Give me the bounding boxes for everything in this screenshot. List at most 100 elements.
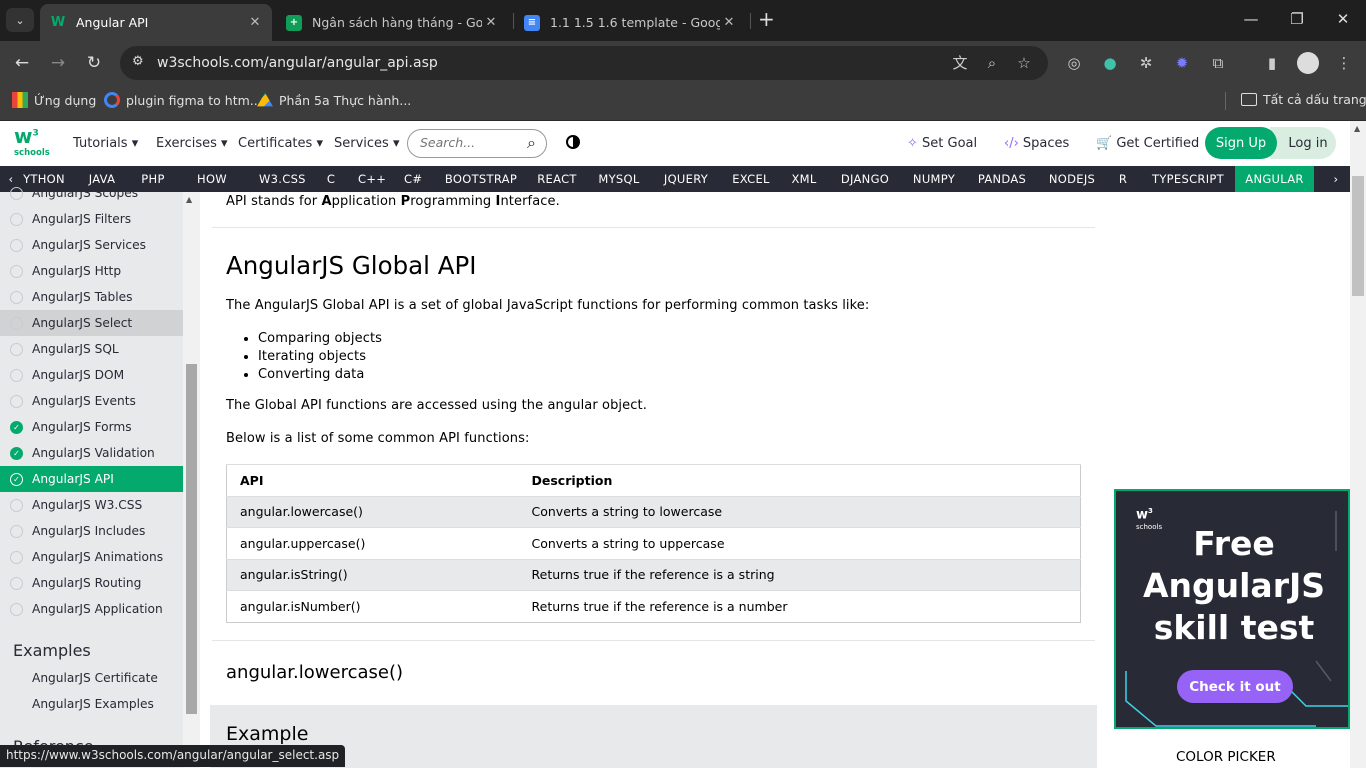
page-scroll-thumb[interactable] [1352, 176, 1364, 296]
nav-item-pandas[interactable]: PANDAS [977, 166, 1027, 192]
sidebar-item-angularjs-http[interactable]: AngularJS Http [0, 258, 183, 284]
minimize-icon[interactable]: — [1236, 10, 1266, 28]
sidebar-item-angularjs-w3-css[interactable]: AngularJS W3.CSS [0, 492, 183, 518]
search-box[interactable]: ⌕ [407, 129, 547, 158]
goal-icon: ✧ [907, 136, 918, 151]
nav-item-how-to[interactable]: HOW TO [187, 166, 237, 212]
nav-item-c-[interactable]: C++ [358, 166, 386, 192]
extension-compass-icon[interactable]: ◎ [1064, 53, 1084, 73]
bookmark-figma-plugin[interactable]: plugin figma to htm... [104, 92, 262, 108]
sidebar-item-angularjs-application[interactable]: AngularJS Application [0, 596, 183, 622]
restore-icon[interactable]: ❐ [1282, 10, 1312, 28]
sidebar-item-angularjs-tables[interactable]: AngularJS Tables [0, 284, 183, 310]
nav-item-w3-css[interactable]: W3.CSS [259, 166, 305, 192]
tab-template-doc[interactable]: ≡ 1.1 1.5 1.6 template - Google Tài ✕ [522, 4, 744, 41]
exercises-menu[interactable]: Exercises ▾ [156, 136, 228, 151]
sidebar-item-angularjs-validation[interactable]: ✓ AngularJS Validation [0, 440, 183, 466]
close-tab-icon[interactable]: ✕ [482, 15, 500, 30]
nav-item-mysql[interactable]: MYSQL [597, 166, 641, 192]
circle-icon [10, 498, 23, 512]
dark-mode-toggle-icon[interactable] [566, 135, 580, 149]
site-info-icon[interactable]: ⚙ [132, 54, 144, 69]
sidebar-item-angularjs-services[interactable]: AngularJS Services [0, 232, 183, 258]
tab-search-button[interactable]: ⌄ [6, 8, 34, 32]
close-tab-icon[interactable]: ✕ [720, 15, 738, 30]
reload-icon[interactable]: ↻ [82, 52, 106, 74]
nav-item-typescript[interactable]: TYPESCRIPT [1152, 166, 1224, 192]
sidebar-item-examples[interactable]: AngularJS Examples [32, 697, 154, 711]
nav-item-xml[interactable]: XML [791, 166, 817, 192]
certificates-menu[interactable]: Certificates ▾ [238, 136, 323, 151]
log-in-button[interactable]: Log in [1270, 127, 1336, 159]
circle-icon [10, 524, 23, 538]
nav-right-icon[interactable]: › [1322, 166, 1350, 192]
circle-icon [10, 342, 23, 356]
table-header: API [226, 464, 519, 496]
sidebar-item-angularjs-routing[interactable]: AngularJS Routing [0, 570, 183, 596]
sidebar-item-angularjs-dom[interactable]: AngularJS DOM [0, 362, 183, 388]
folder-icon [1241, 93, 1257, 106]
forward-icon[interactable]: → [46, 52, 70, 74]
spaces-link[interactable]: ‹/› Spaces [1004, 136, 1069, 151]
bookmark-apps[interactable]: Ứng dụng [12, 92, 96, 108]
react-devtools-icon[interactable]: ✲ [1136, 53, 1156, 73]
zoom-icon[interactable]: ⌕ [982, 53, 1002, 73]
nav-item-c[interactable]: C [324, 166, 338, 192]
nav-item-nodejs[interactable]: NODEJS [1047, 166, 1097, 192]
close-tab-icon[interactable]: ✕ [246, 15, 264, 30]
extension-gear-icon[interactable]: ✹ [1172, 53, 1192, 73]
close-window-icon[interactable]: ✕ [1328, 10, 1358, 28]
sidebar-item-angularjs-select[interactable]: AngularJS Select [0, 310, 183, 336]
nav-item-react[interactable]: REACT [536, 166, 578, 192]
nav-item-r[interactable]: R [1117, 166, 1129, 192]
nav-item-numpy[interactable]: NUMPY [911, 166, 957, 192]
menu-kebab-icon[interactable]: ⋮ [1334, 53, 1354, 73]
lowercase-heading: angular.lowercase() [226, 662, 404, 683]
bookmark-drive[interactable]: Phần 5a Thực hành... [257, 92, 411, 108]
page-scroll-up-icon[interactable]: ▲ [1354, 124, 1360, 133]
nav-item-django[interactable]: DJANGO [837, 166, 893, 192]
profile-avatar[interactable] [1297, 52, 1319, 74]
side-panel-icon[interactable]: ▮ [1262, 53, 1282, 73]
url-text[interactable]: w3schools.com/angular/angular_api.asp [157, 55, 438, 71]
skill-test-ad[interactable]: w3 schools Free AngularJS skill test Check… [1114, 489, 1350, 729]
search-input[interactable] [420, 135, 520, 150]
cart-icon: 🛒 [1096, 136, 1113, 151]
sidebar-item-angularjs-sql[interactable]: AngularJS SQL [0, 336, 183, 362]
circle-icon [10, 238, 23, 252]
tutorials-menu[interactable]: Tutorials ▾ [73, 136, 138, 151]
tab-angular-api[interactable]: W Angular API ✕ [40, 4, 272, 41]
sidebar-item-angularjs-filters[interactable]: AngularJS Filters [0, 206, 183, 232]
search-icon[interactable]: ⌕ [527, 133, 536, 153]
sidebar-item-angularjs-events[interactable]: AngularJS Events [0, 388, 183, 414]
extension-bulb-icon[interactable]: ● [1100, 53, 1120, 73]
sidebar-item-angularjs-api[interactable]: ✓ AngularJS API [0, 466, 183, 492]
nav-item-c-[interactable]: C# [404, 166, 422, 192]
nav-item-bootstrap[interactable]: BOOTSTRAP [444, 166, 518, 192]
sidebar-item-certificate[interactable]: AngularJS Certificate [32, 671, 158, 685]
sidebar-item-angularjs-scopes[interactable]: AngularJS Scopes [0, 180, 183, 206]
sidebar-item-angularjs-forms[interactable]: ✓ AngularJS Forms [0, 414, 183, 440]
tab-budget-sheet[interactable]: + Ngân sách hàng tháng - Google ✕ [284, 4, 506, 41]
nav-item-angular[interactable]: ANGULAR [1235, 166, 1314, 192]
bookmark-all-folder[interactable]: Tất cả dấu trang [1241, 92, 1366, 107]
extensions-puzzle-icon[interactable]: ⧉ [1208, 53, 1228, 73]
back-icon[interactable]: ← [10, 52, 34, 74]
scroll-up-icon[interactable]: ▲ [186, 195, 192, 204]
sign-up-button[interactable]: Sign Up [1205, 127, 1277, 159]
services-menu[interactable]: Services ▾ [334, 136, 400, 151]
sidebar-scroll-thumb[interactable] [186, 364, 197, 714]
bookmark-star-icon[interactable]: ☆ [1014, 53, 1034, 73]
translate-icon[interactable]: 文 [950, 53, 970, 73]
sidebar-item-label: AngularJS Application [32, 602, 163, 616]
nav-item-excel[interactable]: EXCEL [732, 166, 770, 192]
sidebar-item-label: AngularJS W3.CSS [32, 498, 143, 512]
get-certified-link[interactable]: 🛒 Get Certified [1096, 136, 1199, 151]
sidebar-item-angularjs-animations[interactable]: AngularJS Animations [0, 544, 183, 570]
set-goal-link[interactable]: ✧ Set Goal [907, 136, 977, 151]
new-tab-icon[interactable]: + [758, 9, 775, 29]
w3schools-logo[interactable]: w3 schools [14, 124, 50, 158]
sidebar-item-angularjs-includes[interactable]: AngularJS Includes [0, 518, 183, 544]
check-it-out-button[interactable]: Check it out [1177, 670, 1293, 703]
nav-item-jquery[interactable]: JQUERY [660, 166, 712, 192]
